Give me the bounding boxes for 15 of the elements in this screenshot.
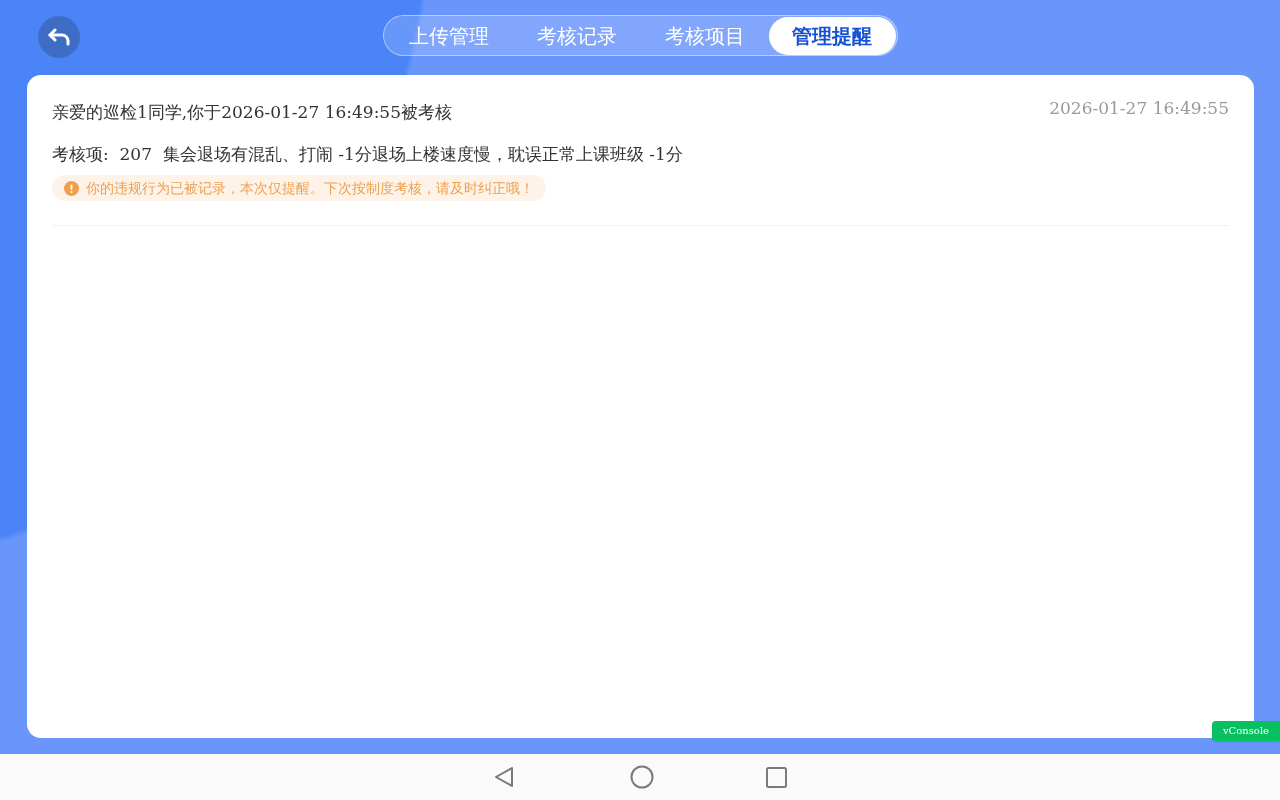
- back-button[interactable]: [38, 16, 80, 58]
- back-arrow-icon: [48, 28, 70, 46]
- tab[interactable]: 考核记录: [512, 16, 641, 55]
- recents-square-icon[interactable]: [765, 766, 787, 788]
- assessment-detail: 考核项: 207 集会退场有混乱、打闹 -1分退场上楼速度慢，耽误正常上课班级 -1分: [52, 143, 684, 166]
- tab[interactable]: 管理提醒: [768, 16, 896, 55]
- tab[interactable]: 考核项目: [640, 16, 769, 55]
- back-triangle-icon[interactable]: [493, 766, 514, 788]
- notification-message: 亲爱的巡检1同学,你于2026-01-27 16:49:55被考核: [52, 101, 452, 124]
- exclamation-icon: [64, 180, 79, 196]
- tab[interactable]: 上传管理: [384, 16, 513, 55]
- warning-text: 你的违规行为已被记录，本次仅提醒。下次按制度考核，请及时纠正哦！: [86, 178, 534, 198]
- notification-time: 2026-01-27 16:49:55: [1049, 98, 1229, 118]
- home-circle-icon[interactable]: [629, 765, 654, 789]
- vconsole-button[interactable]: vConsole: [1211, 721, 1280, 741]
